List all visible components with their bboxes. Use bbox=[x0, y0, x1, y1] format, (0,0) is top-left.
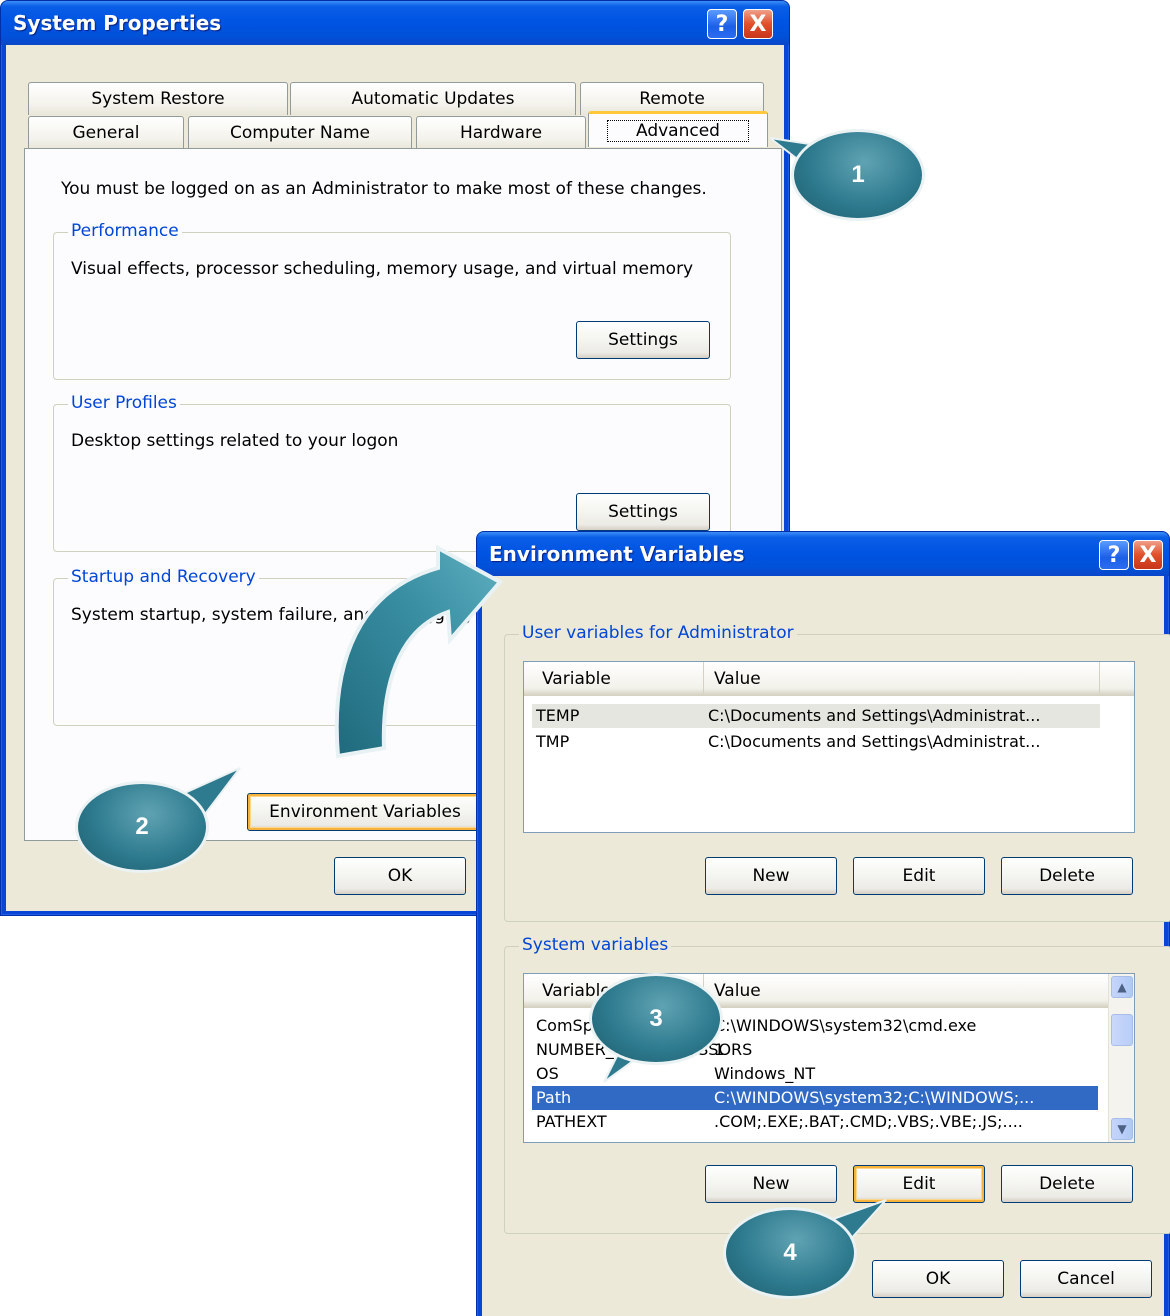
user-delete-button[interactable]: Delete bbox=[1001, 857, 1133, 895]
user-profiles-legend: User Profiles bbox=[68, 393, 180, 413]
close-icon[interactable]: X bbox=[743, 9, 773, 39]
env-cancel-button[interactable]: Cancel bbox=[1020, 1260, 1152, 1298]
variable-column-header[interactable]: Variable bbox=[524, 662, 704, 696]
system-edit-button[interactable]: Edit bbox=[853, 1165, 985, 1203]
list-item-selected[interactable]: Path C:\WINDOWS\system32;C:\WINDOWS;... bbox=[532, 1086, 1098, 1110]
user-variables-legend: User variables for Administrator bbox=[519, 623, 797, 643]
admin-notice: You must be logged on as an Administrato… bbox=[61, 179, 707, 199]
list-item[interactable]: TMP C:\Documents and Settings\Administra… bbox=[532, 730, 1100, 754]
user-variables-group: User variables for Administrator Variabl… bbox=[504, 623, 1170, 922]
window-title: System Properties bbox=[13, 11, 222, 35]
system-properties-ok-button[interactable]: OK bbox=[334, 857, 466, 895]
scroll-down-icon[interactable]: ▼ bbox=[1111, 1118, 1133, 1140]
system-variables-scrollbar[interactable]: ▲ ▼ bbox=[1108, 974, 1134, 1142]
variable-name: TEMP bbox=[536, 706, 580, 725]
user-new-button[interactable]: New bbox=[705, 857, 837, 895]
tab-computer-name[interactable]: Computer Name bbox=[188, 116, 412, 149]
tab-advanced[interactable]: Advanced bbox=[588, 111, 768, 147]
system-delete-button[interactable]: Delete bbox=[1001, 1165, 1133, 1203]
performance-group: Performance Visual effects, processor sc… bbox=[53, 221, 731, 380]
user-profiles-settings-button[interactable]: Settings bbox=[576, 493, 710, 531]
list-item[interactable]: PATHEXT .COM;.EXE;.BAT;.CMD;.VBS;.VBE;.J… bbox=[532, 1110, 1098, 1134]
tab-automatic-updates[interactable]: Automatic Updates bbox=[290, 82, 576, 115]
variable-value: .COM;.EXE;.BAT;.CMD;.VBS;.VBE;.JS;.... bbox=[714, 1112, 1023, 1131]
help-icon[interactable]: ? bbox=[707, 9, 737, 39]
startup-recovery-description: System startup, system failure, and debu… bbox=[71, 605, 472, 625]
list-item[interactable]: OS Windows_NT bbox=[532, 1062, 1098, 1086]
variable-name: Path bbox=[536, 1088, 572, 1107]
performance-legend: Performance bbox=[68, 221, 182, 241]
value-column-header[interactable]: Value bbox=[704, 662, 1100, 696]
variable-value: Windows_NT bbox=[714, 1064, 816, 1083]
startup-recovery-legend: Startup and Recovery bbox=[68, 567, 259, 587]
scroll-up-icon[interactable]: ▲ bbox=[1111, 976, 1133, 998]
user-edit-button[interactable]: Edit bbox=[853, 857, 985, 895]
user-variables-list[interactable]: Variable Value TEMP C:\Documents and Set… bbox=[523, 661, 1135, 833]
variable-name: OS bbox=[536, 1064, 559, 1083]
callout-2: 2 bbox=[78, 784, 206, 870]
close-icon[interactable]: X bbox=[1133, 540, 1163, 570]
system-new-button[interactable]: New bbox=[705, 1165, 837, 1203]
user-profiles-group: User Profiles Desktop settings related t… bbox=[53, 393, 731, 552]
environment-variables-window: Environment Variables ? X User variables… bbox=[476, 531, 1170, 1316]
variable-name: PATHEXT bbox=[536, 1112, 607, 1131]
value-column-header[interactable]: Value bbox=[704, 974, 1110, 1008]
environment-variables-titlebar[interactable]: Environment Variables ? X bbox=[477, 532, 1169, 576]
variable-value: C:\Documents and Settings\Administrat... bbox=[708, 732, 1041, 751]
callout-4: 4 bbox=[726, 1210, 854, 1296]
tab-system-restore[interactable]: System Restore bbox=[28, 82, 288, 115]
variable-value: C:\WINDOWS\system32\cmd.exe bbox=[714, 1016, 977, 1035]
system-variables-group: System variables Variable Value ComSpec … bbox=[504, 935, 1170, 1234]
environment-variables-button[interactable]: Environment Variables bbox=[247, 793, 483, 831]
user-variables-header: Variable Value bbox=[524, 662, 1134, 696]
variable-value: 1 bbox=[714, 1040, 725, 1059]
variable-name: TMP bbox=[536, 732, 570, 751]
callout-3: 3 bbox=[592, 976, 720, 1062]
variable-value: C:\Documents and Settings\Administrat... bbox=[708, 706, 1041, 725]
tab-general[interactable]: General bbox=[28, 116, 184, 149]
help-icon[interactable]: ? bbox=[1099, 540, 1129, 570]
system-properties-titlebar[interactable]: System Properties ? X bbox=[1, 1, 789, 45]
performance-settings-button[interactable]: Settings bbox=[576, 321, 710, 359]
system-variables-legend: System variables bbox=[519, 935, 672, 955]
environment-variables-client: User variables for Administrator Variabl… bbox=[482, 576, 1170, 1316]
env-window-title: Environment Variables bbox=[489, 542, 745, 566]
list-item[interactable]: TEMP C:\Documents and Settings\Administr… bbox=[532, 704, 1100, 728]
performance-description: Visual effects, processor scheduling, me… bbox=[71, 259, 694, 279]
variable-value: C:\WINDOWS\system32;C:\WINDOWS;... bbox=[714, 1088, 1035, 1107]
tab-hardware[interactable]: Hardware bbox=[416, 116, 586, 149]
env-ok-button[interactable]: OK bbox=[872, 1260, 1004, 1298]
user-profiles-description: Desktop settings related to your logon bbox=[71, 431, 399, 451]
scrollbar-thumb[interactable] bbox=[1111, 1014, 1133, 1046]
callout-1: 1 bbox=[794, 132, 922, 218]
